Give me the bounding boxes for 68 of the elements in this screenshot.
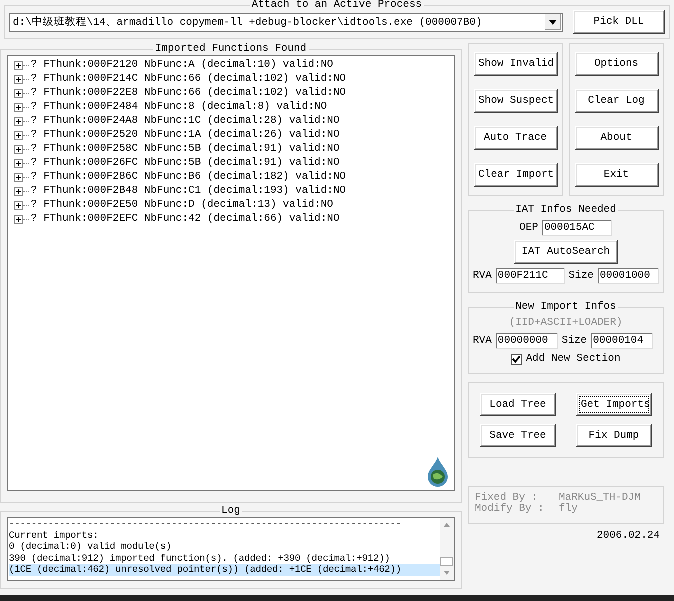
action-button[interactable]: Auto Trace: [474, 126, 558, 150]
credit-label: Modify By :: [475, 504, 546, 515]
tree-item[interactable]: ? FThunk:000F2484 NbFunc:8 (decimal:8) valid:NO: [31, 101, 328, 113]
globe-drop-icon: [426, 456, 450, 488]
action-button[interactable]: Clear Import: [474, 163, 558, 187]
group-title: Imported Functions Found: [154, 43, 308, 55]
caret-icon[interactable]: [545, 14, 561, 30]
oep-field[interactable]: 000015AC: [542, 220, 612, 236]
checkbox[interactable]: [511, 354, 522, 364]
tree-item[interactable]: ? FThunk:000F2520 NbFunc:1A (decimal:26) valid:NO: [31, 129, 340, 141]
plus-icon[interactable]: [14, 186, 23, 196]
disabled-note: (IID+ASCII+LOADER): [509, 317, 623, 329]
tree-item[interactable]: ? FThunk:000F24A8 NbFunc:1C (decimal:28) valid:NO: [31, 115, 340, 127]
plus-icon[interactable]: [14, 158, 23, 168]
action-button[interactable]: Exit: [574, 163, 658, 187]
log-line: 390 (decimal:912) imported function(s). (added: +390 (decimal:+912)): [9, 552, 392, 564]
pick-dll-button[interactable]: Pick DLL: [573, 10, 665, 34]
plus-icon[interactable]: [14, 88, 23, 98]
tree-item[interactable]: ? FThunk:000F2B48 NbFunc:C1 (decimal:193) valid:NO: [31, 185, 346, 197]
plus-icon[interactable]: [14, 172, 23, 182]
plus-icon[interactable]: [14, 116, 23, 126]
action-button[interactable]: Fix Dump: [576, 424, 652, 447]
tree-item[interactable]: ? FThunk:000F2E50 NbFunc:D (decimal:13) valid:NO: [31, 199, 334, 211]
scrollbar-drawing[interactable]: [440, 518, 454, 580]
action-button[interactable]: Show Suspect: [474, 89, 558, 113]
credit-name: MaRKuS_TH-DJM: [559, 493, 641, 504]
credit-name: fly: [559, 504, 578, 515]
field-label: RVA: [473, 270, 492, 282]
log-line: ----------------------------------------------------------------------: [9, 518, 403, 530]
credit-label: Fixed By :: [475, 493, 540, 504]
field-label: RVA: [473, 335, 492, 347]
field-label: OEP: [520, 222, 538, 234]
action-button[interactable]: Show Invalid: [474, 52, 558, 76]
tree-item[interactable]: ? FThunk:000F2120 NbFunc:A (decimal:10) valid:NO: [31, 59, 334, 71]
action-button[interactable]: Save Tree: [480, 424, 556, 447]
tree-item[interactable]: ? FThunk:000F258C NbFunc:5B (decimal:91) valid:NO: [31, 143, 340, 155]
group-title: Log: [220, 505, 242, 517]
plus-icon[interactable]: [14, 214, 23, 224]
checkbox-label[interactable]: Add New Section: [526, 353, 621, 365]
action-button[interactable]: Load Tree: [480, 393, 556, 416]
rva-field[interactable]: 00000000: [496, 333, 558, 349]
process-dropdown[interactable]: d:\中级班教程\14、armadillo copymem-ll +debug-blocker\idtools.exe (000007B0): [9, 12, 563, 32]
iat-autosearch-button[interactable]: IAT AutoSearch: [514, 240, 618, 264]
group-title: IAT Infos Needed: [514, 204, 618, 216]
log-line: Current imports:: [9, 530, 100, 542]
rva-field[interactable]: 000F211C: [496, 268, 565, 284]
log-line: 0 (decimal:0) valid module(s): [9, 541, 173, 553]
tree-item[interactable]: ? FThunk:000F214C NbFunc:66 (decimal:102) valid:NO: [31, 73, 346, 85]
field-label: Size: [568, 270, 594, 282]
field-label: Size: [562, 335, 588, 347]
plus-icon[interactable]: [14, 102, 23, 112]
plus-icon[interactable]: [14, 74, 23, 84]
size-field[interactable]: 00000104: [591, 333, 654, 349]
plus-icon[interactable]: [14, 60, 23, 70]
action-button[interactable]: Clear Log: [574, 89, 658, 113]
group-title: New Import Infos: [514, 301, 618, 313]
action-button[interactable]: Get Imports: [576, 393, 652, 416]
action-button[interactable]: About: [574, 126, 658, 150]
plus-icon[interactable]: [14, 130, 23, 140]
version-date: 2006.02.24: [596, 530, 661, 542]
tree-item[interactable]: ? FThunk:000F286C NbFunc:B6 (decimal:182) valid:NO: [31, 171, 346, 183]
tree-item[interactable]: ? FThunk:000F22E8 NbFunc:66 (decimal:102) valid:NO: [31, 87, 346, 99]
plus-icon[interactable]: [14, 200, 23, 210]
size-field[interactable]: 00001000: [598, 268, 659, 284]
tree-item[interactable]: ? FThunk:000F2EFC NbFunc:42 (decimal:66) valid:NO: [31, 213, 340, 225]
action-button[interactable]: Options: [574, 52, 658, 76]
plus-icon[interactable]: [14, 144, 23, 154]
tree-item[interactable]: ? FThunk:000F26FC NbFunc:5B (decimal:91) valid:NO: [31, 157, 340, 169]
